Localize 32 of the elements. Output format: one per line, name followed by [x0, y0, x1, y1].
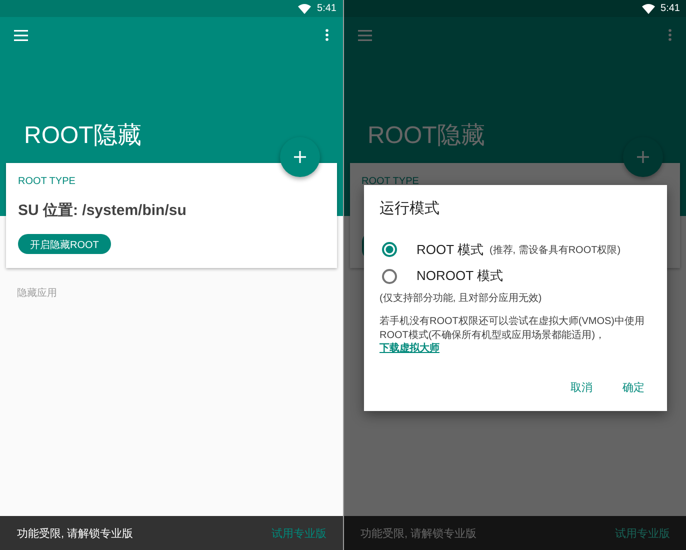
page-title: ROOT隐藏 [23, 121, 142, 151]
wifi-icon [642, 4, 655, 14]
plus-icon [637, 151, 649, 163]
plus-icon [294, 151, 306, 163]
snackbar-message: 功能受限, 请解锁专业版 [360, 526, 477, 540]
option-label[interactable]: ROOT 模式 [416, 240, 484, 258]
vmos-hint: 若手机没有ROOT权限还可以尝试在虚拟大师(VMOS)中使用ROOT模式(不确保所有机型或应用场景都能适用)， 下载虚拟大师 [380, 315, 646, 356]
card-label: ROOT TYPE [362, 176, 420, 187]
enable-hide-button[interactable]: 开启隐藏ROOT [18, 234, 111, 254]
option-label[interactable]: NOROOT 模式 [416, 267, 503, 285]
more-icon[interactable] [668, 29, 672, 41]
dialog-button[interactable]: 取消 [562, 372, 600, 402]
dialog-button[interactable]: 确定 [614, 372, 652, 402]
snackbar-message: 功能受限, 请解锁专业版 [17, 526, 134, 540]
more-icon[interactable] [324, 29, 328, 41]
dialog-title: 运行模式 [380, 199, 440, 218]
radio-button[interactable] [382, 268, 396, 284]
status-time: 5:41 [660, 3, 680, 14]
menu-icon[interactable] [358, 30, 372, 40]
su-location: SU 位置: /system/bin/su [18, 201, 188, 220]
section-label: 隐藏应用 [16, 286, 58, 301]
status-time: 5:41 [317, 3, 336, 14]
page-title: ROOT隐藏 [366, 121, 486, 151]
download-link[interactable]: 下载虚拟大师 [380, 343, 440, 354]
option-note: (仅支持部分功能, 且对部分应用无效) [380, 292, 542, 305]
radio-button[interactable] [382, 242, 396, 257]
option-note: (推荐, 需设备具有ROOT权限) [489, 244, 621, 256]
card-label: ROOT TYPE [18, 176, 76, 187]
snackbar-action[interactable]: 试用专业版 [272, 526, 326, 540]
snackbar-action[interactable]: 试用专业版 [615, 526, 670, 540]
wifi-icon [298, 4, 312, 14]
menu-icon[interactable] [14, 30, 28, 40]
